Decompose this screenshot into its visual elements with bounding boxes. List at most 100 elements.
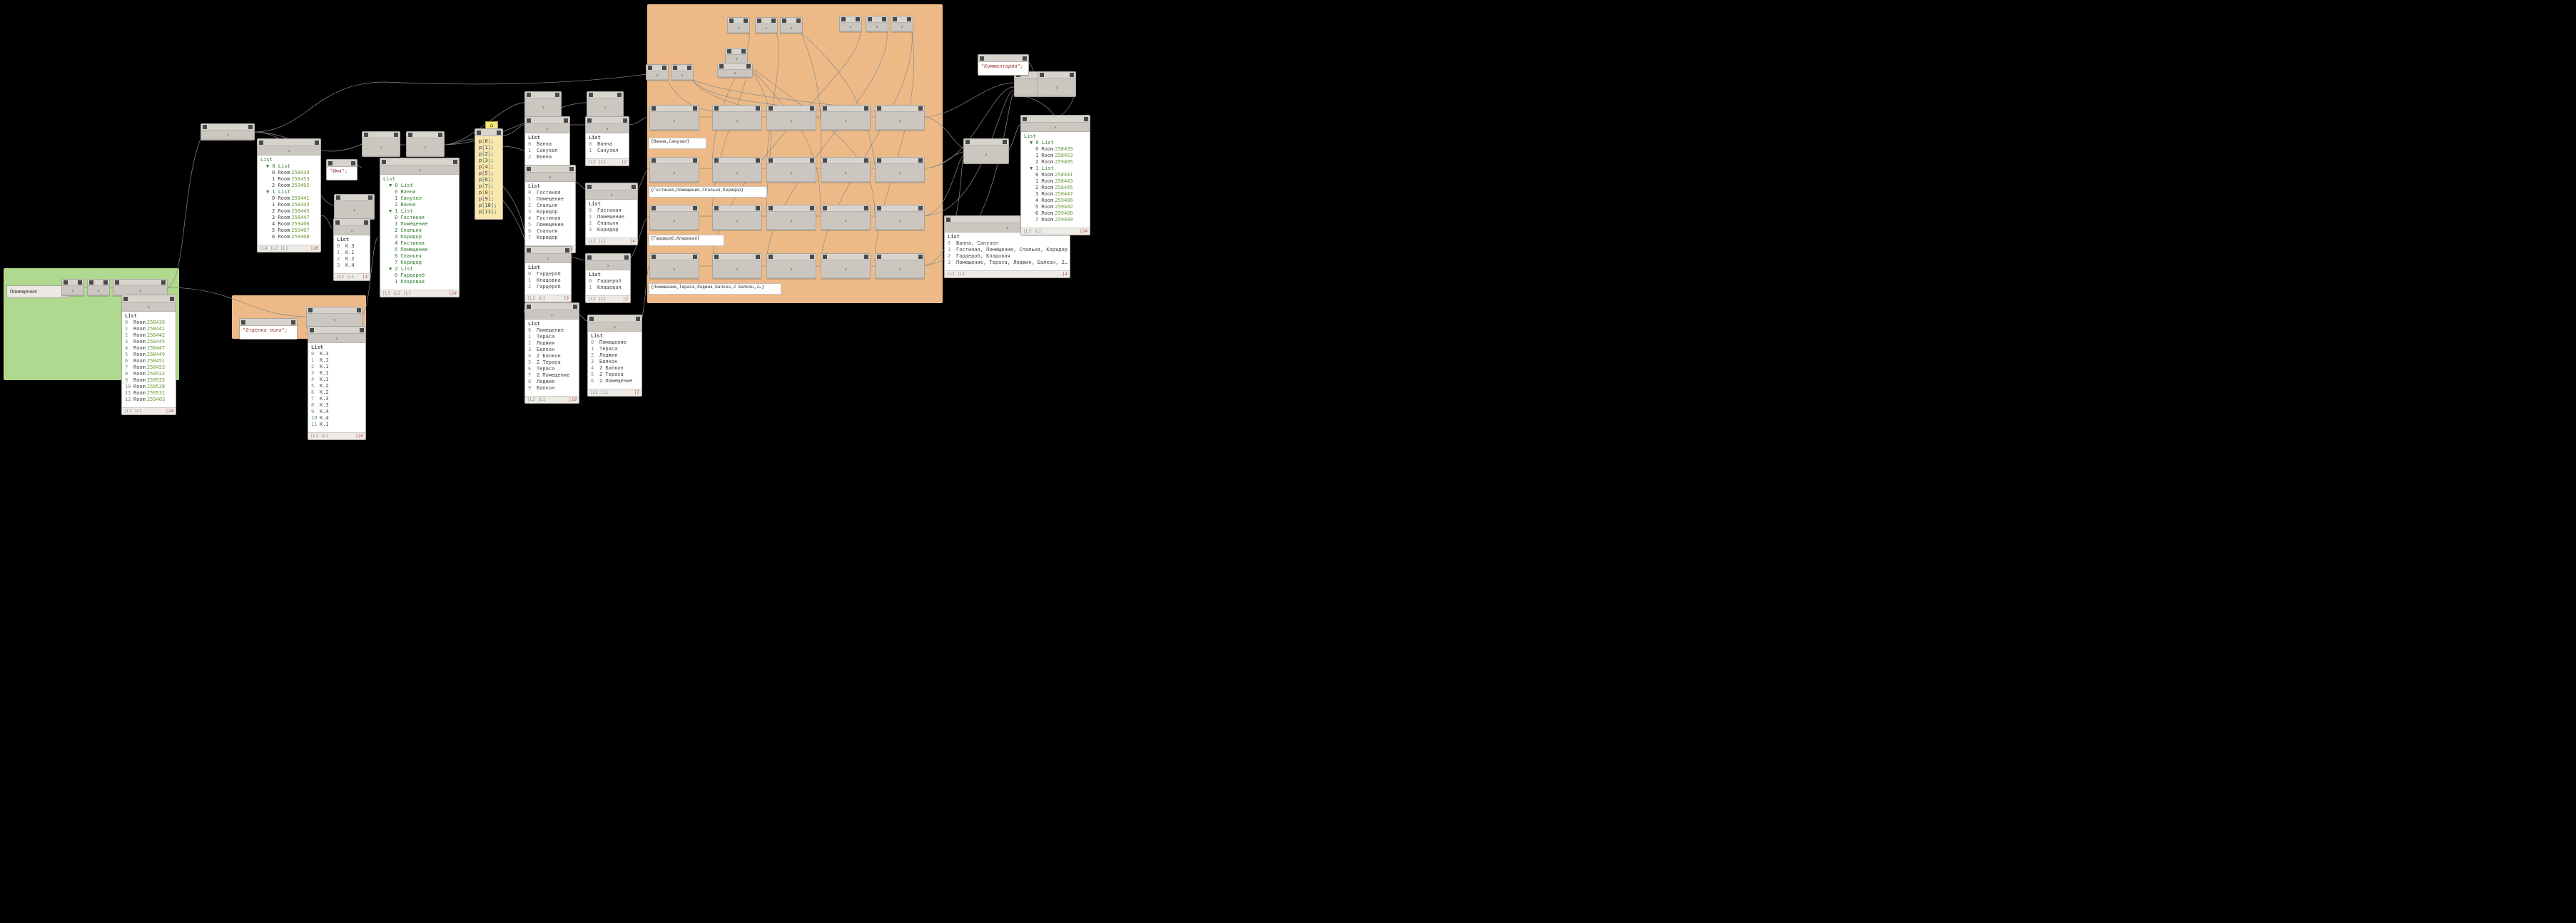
small-node[interactable]: › bbox=[755, 17, 778, 34]
tree-item: 1 Санузел bbox=[383, 195, 456, 202]
tree-item: 4 Гостиная bbox=[383, 240, 456, 247]
list-item: 0К.3 bbox=[311, 351, 362, 357]
small-node[interactable]: › bbox=[780, 17, 803, 34]
tree-item: 1 Room258453 bbox=[1024, 153, 1087, 159]
small-node[interactable]: › bbox=[766, 205, 816, 230]
small-node[interactable]: › bbox=[362, 131, 400, 157]
list-item: 3Балкон bbox=[591, 359, 639, 365]
list-gar2[interactable]: ›List0Гардероб1Кладовая|L2 |L1|2 bbox=[585, 253, 631, 303]
small-node[interactable]: › bbox=[891, 16, 913, 32]
small-node[interactable]: › bbox=[717, 63, 753, 78]
list-bath2[interactable]: ›List0Ванна1Санузел|L2 |L1|2 bbox=[585, 116, 629, 166]
set-label: {Помещение,Тераса,Лоджия,Балкон,2 Балкон… bbox=[649, 283, 781, 295]
tree-item: 1 Room258443 bbox=[1024, 178, 1087, 185]
categories-dropdown[interactable]: Помещения bbox=[6, 285, 69, 298]
tree-item: ▼ 0 List bbox=[260, 163, 318, 170]
small-node[interactable]: › bbox=[587, 91, 624, 118]
list-item: 2К.1 bbox=[311, 364, 362, 370]
list-item: 3Коридор bbox=[589, 227, 634, 233]
small-node[interactable]: › bbox=[839, 16, 862, 32]
tree-item: 6 Room259408 bbox=[1024, 210, 1087, 217]
list-item: 8К.3 bbox=[311, 402, 362, 409]
small-node[interactable]: › bbox=[201, 123, 255, 141]
small-node[interactable]: › bbox=[766, 253, 816, 279]
small-node[interactable]: › bbox=[712, 253, 762, 279]
list-names-tree[interactable]: ›List▼ 0 List0 Ванна1 Санузел2 Ванна▼ 1 … bbox=[380, 158, 460, 297]
small-node[interactable]: › bbox=[334, 194, 375, 220]
small-node[interactable]: › bbox=[306, 307, 363, 327]
tree-item: 3 Room258447 bbox=[260, 215, 318, 221]
list-item: 9К.4 bbox=[311, 409, 362, 415]
small-node[interactable]: › bbox=[821, 105, 871, 131]
tree-item: 3 Коридор bbox=[383, 234, 456, 240]
tree-item: 1 Room258453 bbox=[260, 176, 318, 183]
small-node[interactable]: › bbox=[649, 253, 699, 279]
code-block[interactable]: p[0];p[1];p[2];p[3];p[4];p[5];p[6];p[7];… bbox=[475, 128, 503, 220]
code-string[interactable]: "Отделка пола"; bbox=[239, 318, 298, 340]
small-node[interactable]: › bbox=[1038, 71, 1076, 97]
small-node[interactable]: › bbox=[727, 17, 750, 34]
list-item: 72 Помещение bbox=[528, 372, 576, 379]
tree-item: 0 Гардероб bbox=[383, 272, 456, 279]
tree-item: 0 Ванна bbox=[383, 189, 456, 195]
list-rooms-out[interactable]: ›List▼ 0 List0 Room2584391 Room2584532 R… bbox=[1020, 115, 1090, 235]
small-node[interactable]: › bbox=[646, 64, 669, 81]
small-node[interactable]: › bbox=[875, 253, 925, 279]
tree-item: 0 Room258441 bbox=[260, 195, 318, 202]
small-node[interactable]: › bbox=[712, 105, 762, 131]
list-rooms-tree[interactable]: ›List▼ 0 List0 Room2584391 Room2584532 R… bbox=[257, 138, 321, 253]
small-node[interactable]: › bbox=[766, 157, 816, 183]
small-node[interactable]: › bbox=[875, 157, 925, 183]
list-item: 0Гостиная bbox=[589, 208, 634, 214]
list-bal7[interactable]: ›List0Помещение1Тераса2Лоджия3Балкон42 Б… bbox=[587, 315, 642, 397]
list-rooms-green[interactable]: ›List0Room2584391Room2584412Room2584423R… bbox=[121, 295, 176, 415]
list-item: 7К.3 bbox=[311, 396, 362, 402]
small-node[interactable]: › bbox=[963, 138, 1009, 164]
small-node[interactable]: › bbox=[61, 279, 84, 296]
small-node[interactable]: › bbox=[671, 64, 694, 81]
code-string[interactable]: "Имя"; bbox=[326, 159, 358, 180]
small-node[interactable]: › bbox=[87, 279, 110, 296]
list-item: 6Тераса bbox=[528, 366, 576, 372]
small-node[interactable]: › bbox=[766, 105, 816, 131]
list-item: 2Спальня bbox=[589, 220, 634, 227]
code-string[interactable]: "Комментарии"; bbox=[978, 54, 1029, 76]
small-node[interactable]: › bbox=[649, 105, 699, 131]
small-node[interactable]: › bbox=[524, 91, 562, 118]
list-item: 3Коридор bbox=[528, 209, 572, 215]
small-node[interactable]: › bbox=[113, 279, 168, 296]
small-node[interactable]: › bbox=[875, 205, 925, 230]
list-k-list[interactable]: ›List0К.31К.12К.23К.4|L2 |L1|4 bbox=[333, 218, 370, 281]
small-node[interactable]: › bbox=[406, 131, 445, 157]
small-node[interactable]: › bbox=[712, 157, 762, 183]
small-node[interactable]: › bbox=[821, 205, 871, 230]
list-item: 0Гостиная bbox=[528, 190, 572, 196]
small-node[interactable]: › bbox=[649, 205, 699, 230]
list-liv4[interactable]: ›List0Гостиная1Помещение2Спальня3Коридор… bbox=[585, 183, 638, 245]
tree-item: 0 Room258439 bbox=[1024, 146, 1087, 153]
small-node[interactable]: › bbox=[725, 48, 748, 64]
tree-item: List bbox=[260, 157, 318, 163]
small-node[interactable]: › bbox=[821, 253, 871, 279]
small-node[interactable]: › bbox=[649, 157, 699, 183]
small-node[interactable]: › bbox=[875, 105, 925, 131]
list-item: 6Спальня bbox=[528, 228, 572, 235]
small-node[interactable]: › bbox=[712, 205, 762, 230]
list-item: 1Санузел bbox=[528, 148, 567, 154]
list-bal10[interactable]: ›List0Помещение1Тераса2Лоджия3Балкон42 Б… bbox=[524, 302, 579, 404]
list-item: 3Room258445 bbox=[125, 339, 173, 345]
list-item: 0К.3 bbox=[337, 243, 367, 250]
list-k-long[interactable]: ›List0К.31К.12К.13К.14К.15К.26К.27К.38К.… bbox=[308, 326, 366, 440]
tree-item: ▼ 1 List bbox=[383, 208, 456, 215]
list-gar3[interactable]: ›List0Гардероб1Кладовка2Гардероб|L2 |L1|… bbox=[524, 246, 572, 302]
small-node[interactable]: › bbox=[866, 16, 888, 32]
list-item: 0Ванна bbox=[589, 141, 626, 148]
list-item: 1Кладовая bbox=[589, 285, 627, 291]
list-liv8[interactable]: ›List0Гостиная1Помещение2Спальня3Коридор… bbox=[524, 165, 576, 253]
list-item: 1Санузел bbox=[589, 148, 626, 154]
small-node[interactable]: › bbox=[821, 157, 871, 183]
list-item: 5Room258449 bbox=[125, 352, 173, 358]
list-item: 0Гардероб bbox=[589, 278, 627, 285]
tree-item: ▼ 1 List bbox=[1024, 165, 1087, 172]
tree-item: 2 Room258445 bbox=[260, 208, 318, 215]
